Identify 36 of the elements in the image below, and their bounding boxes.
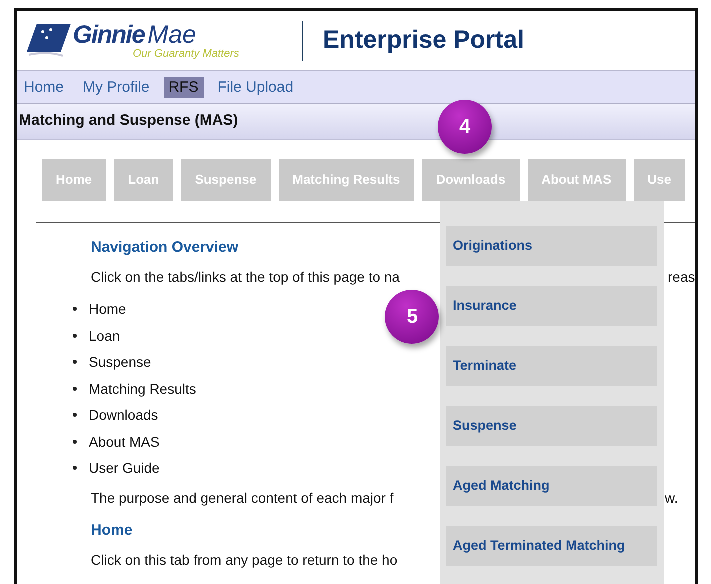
menu-item[interactable]: Aged Matching — [446, 466, 657, 506]
bullet-icon — [73, 360, 77, 364]
tagline: Our Guaranty Matters — [133, 48, 240, 60]
paragraph: Click on the tabs/links at the top of this page to na — [91, 269, 401, 285]
list-item: Downloads — [89, 407, 158, 424]
bullet-icon — [73, 466, 77, 470]
list-item: Loan — [89, 328, 120, 344]
portal-title: Enterprise Portal — [323, 26, 524, 55]
section-heading: Navigation Overview — [91, 239, 239, 258]
paragraph: reas — [668, 269, 695, 285]
list-item: About MAS — [89, 434, 160, 450]
menu-item[interactable]: Suspense — [446, 406, 657, 446]
logo-name: Ginnie — [73, 20, 145, 48]
bullet-icon — [73, 307, 77, 312]
paragraph: w. — [665, 490, 678, 506]
bullet-icon — [73, 334, 77, 338]
menu-item[interactable]: Insurance — [446, 286, 657, 326]
menu-item[interactable]: Terminate — [446, 346, 657, 386]
step-badge: 5 — [385, 290, 439, 344]
paragraph: Click on this tab from any page to return to the ho — [91, 552, 399, 568]
menu-item[interactable]: Originations — [446, 226, 657, 266]
list-item: Home — [89, 301, 126, 318]
bullet-icon — [73, 440, 77, 444]
flag-logo-icon — [27, 24, 71, 58]
bullet-icon — [73, 386, 77, 391]
list-item: Suspense — [89, 354, 152, 370]
list-item: Matching Results — [89, 380, 196, 397]
list-item: User Guide — [89, 460, 160, 476]
section-heading: Home — [91, 522, 133, 540]
menu-item[interactable]: Aged Terminated Matching — [446, 526, 657, 566]
top-nav-link[interactable]: Home — [19, 76, 70, 98]
top-nav-link[interactable]: My Profile — [78, 76, 155, 98]
bullet-icon — [73, 413, 77, 418]
logo-name-light: Mae — [148, 20, 196, 48]
top-nav-link[interactable]: File Upload — [212, 76, 299, 98]
top-nav-link[interactable]: RFS — [164, 76, 204, 98]
